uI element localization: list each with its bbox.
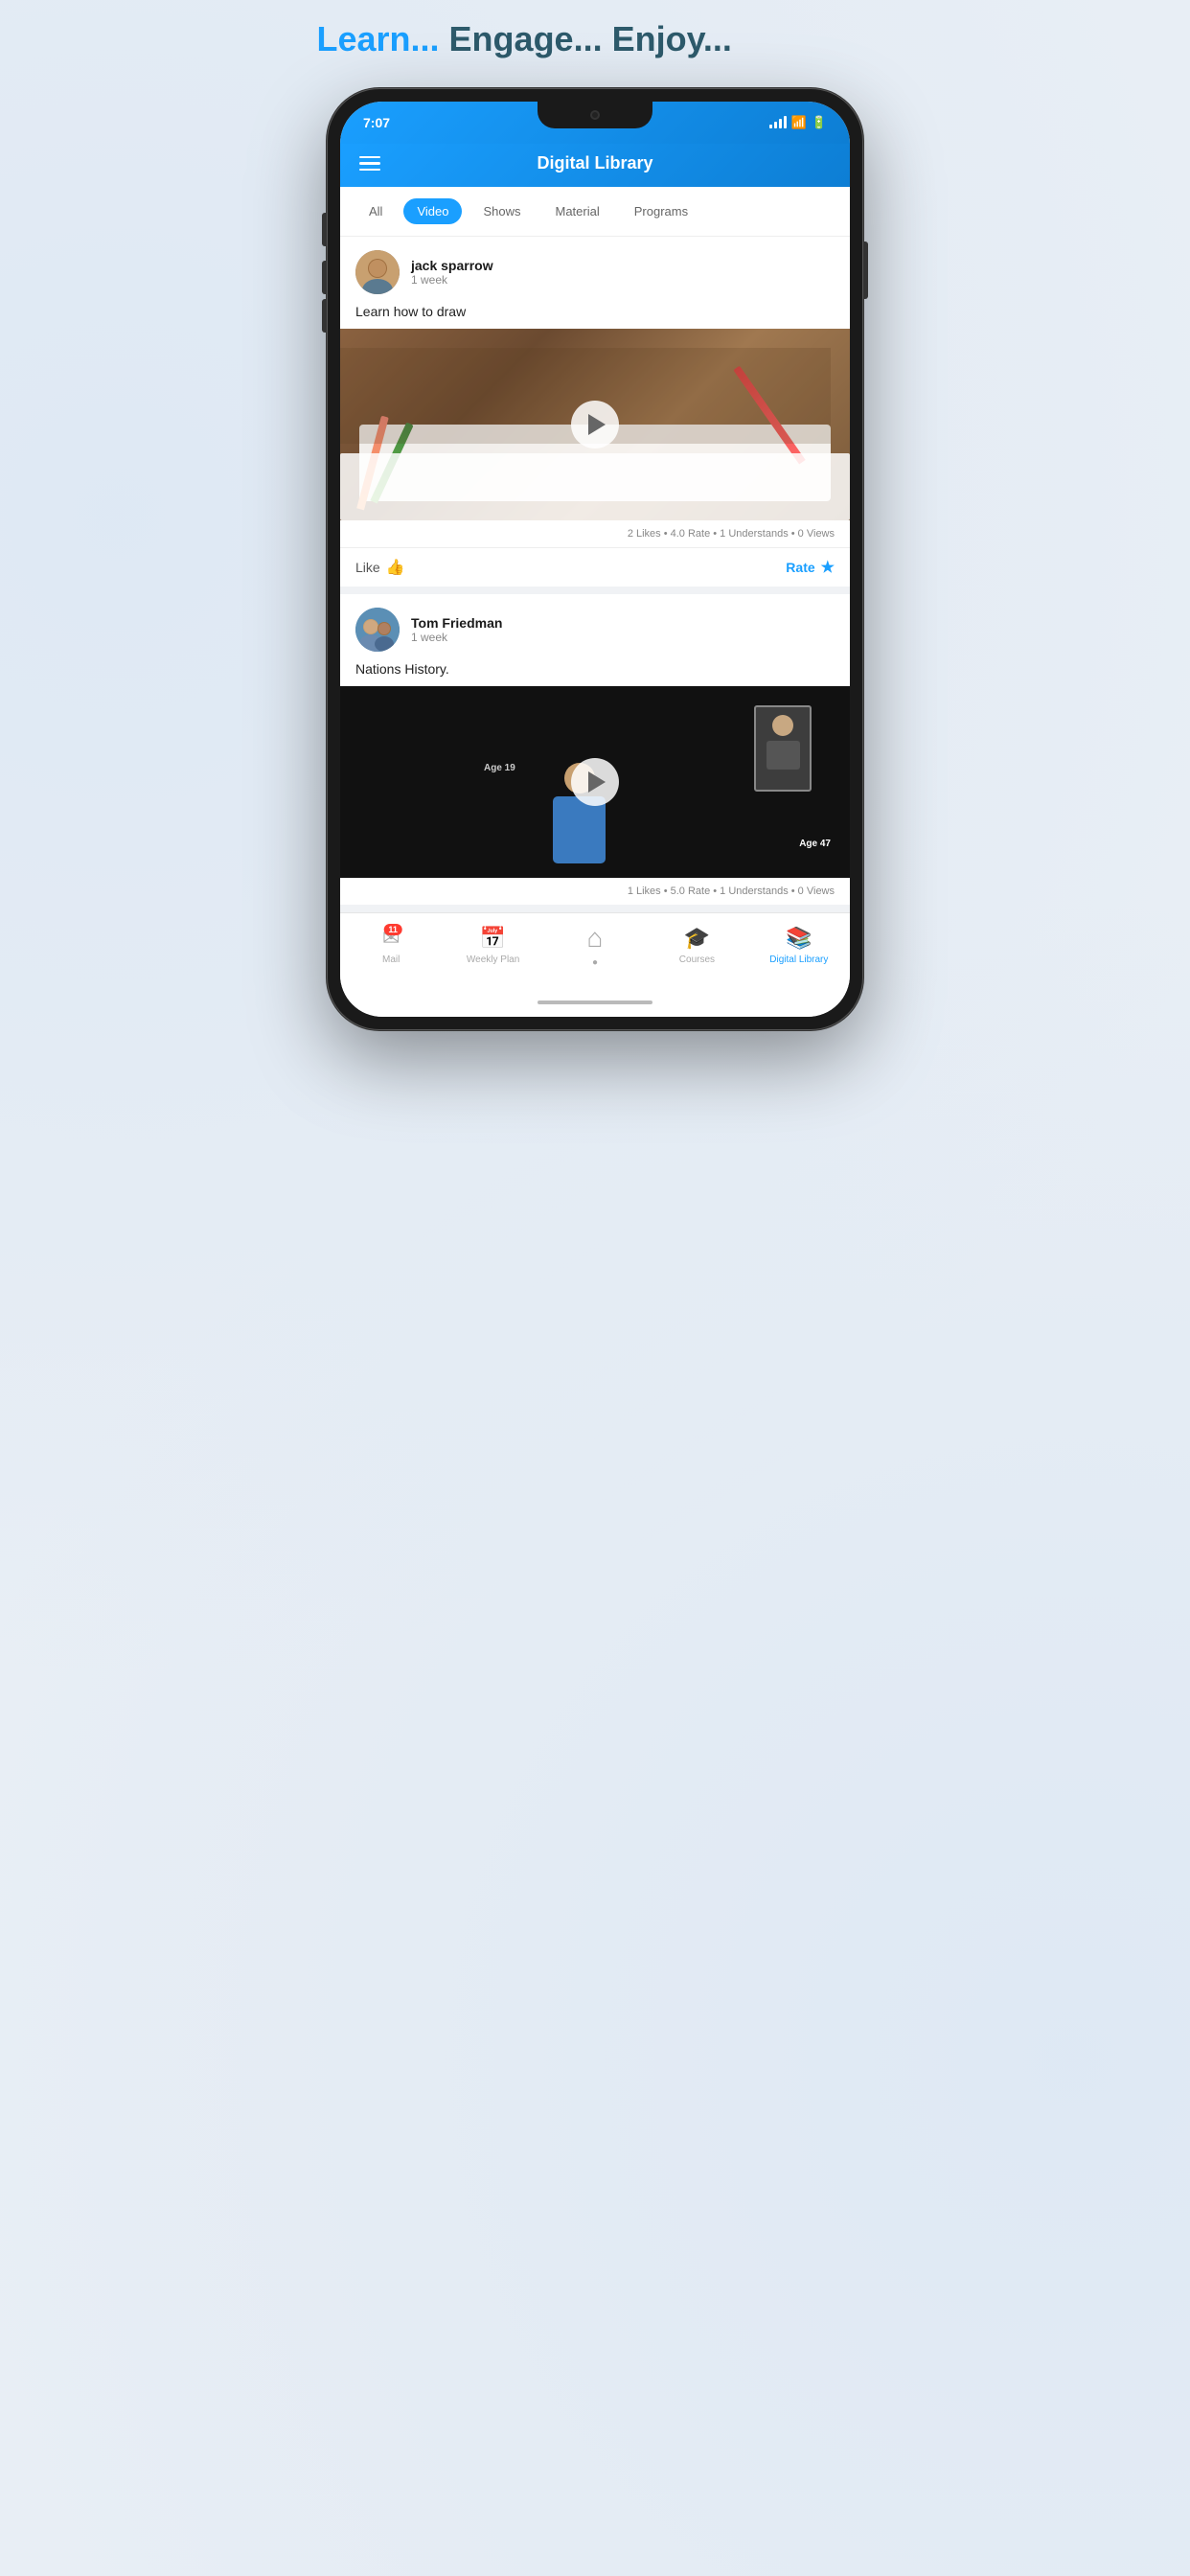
mail-badge: 11 xyxy=(383,924,402,935)
status-icons: 📶 🔋 xyxy=(769,115,827,130)
thumbs-up-icon-1: 👍 xyxy=(386,558,405,577)
nav-item-digital-library[interactable]: 📚 Digital Library xyxy=(748,926,850,965)
digital-library-icon: 📚 xyxy=(786,926,812,951)
notch xyxy=(538,102,652,128)
post-actions-1: Like 👍 Rate ★ xyxy=(340,547,850,586)
portrait-right xyxy=(754,705,812,792)
play-button-1[interactable] xyxy=(571,401,619,448)
tab-video[interactable]: Video xyxy=(403,198,462,224)
header-title: Digital Library xyxy=(537,153,652,173)
phone-inner: 7:07 📶 🔋 xyxy=(340,102,850,1017)
rate-button-1[interactable]: Rate ★ xyxy=(786,558,835,577)
post-card-1: jack sparrow 1 week Learn how to draw xyxy=(340,237,850,594)
status-bar: 7:07 📶 🔋 xyxy=(340,102,850,144)
nav-item-courses[interactable]: 🎓 Courses xyxy=(646,926,747,965)
app-header: Digital Library xyxy=(340,144,850,187)
age-19-label: Age 19 xyxy=(484,763,515,773)
content-area: jack sparrow 1 week Learn how to draw xyxy=(340,237,850,912)
nav-label-digital-library: Digital Library xyxy=(769,954,828,965)
page-wrapper: Learn... Engage... Enjoy... 7:07 xyxy=(298,19,893,1030)
avatar-jack-image xyxy=(355,250,400,294)
nav-label-home: ● xyxy=(592,957,598,968)
bottom-nav: ✉ 11 Mail 📅 Weekly Plan ⌂ ● 🎓 Courses xyxy=(340,912,850,987)
weekly-plan-icon: 📅 xyxy=(480,926,506,951)
home-indicator xyxy=(340,987,850,1017)
post-author-1: jack sparrow xyxy=(411,258,493,273)
star-icon-1: ★ xyxy=(821,558,835,577)
post-card-2: Tom Friedman 1 week Nations History. xyxy=(340,594,850,912)
hamburger-menu[interactable] xyxy=(359,156,380,172)
post-stats-2: 1 Likes • 5.0 Rate • 1 Understands • 0 V… xyxy=(340,878,850,905)
tab-material[interactable]: Material xyxy=(542,198,613,224)
avatar-jack xyxy=(355,250,400,294)
signal-icon xyxy=(769,117,787,128)
nav-item-mail[interactable]: ✉ 11 Mail xyxy=(340,926,442,965)
post-time-1: 1 week xyxy=(411,273,493,287)
age-47-label: Age 47 xyxy=(799,839,831,849)
nav-item-weekly-plan[interactable]: 📅 Weekly Plan xyxy=(442,926,543,965)
avatar-tom xyxy=(355,608,400,652)
nav-item-home[interactable]: ⌂ ● xyxy=(544,923,646,968)
post-meta-1: jack sparrow 1 week xyxy=(411,258,493,287)
post-title-1: Learn how to draw xyxy=(340,304,850,329)
filter-tabs: All Video Shows Material Programs xyxy=(340,187,850,237)
post-meta-2: Tom Friedman 1 week xyxy=(411,615,502,644)
tagline-learn: Learn... xyxy=(317,19,440,58)
tagline: Learn... Engage... Enjoy... xyxy=(298,19,893,59)
like-button-1[interactable]: Like 👍 xyxy=(355,558,405,577)
courses-icon: 🎓 xyxy=(684,926,710,951)
notch-camera xyxy=(590,110,600,120)
tab-all[interactable]: All xyxy=(355,198,396,224)
nav-label-weekly-plan: Weekly Plan xyxy=(467,954,519,965)
home-icon: ⌂ xyxy=(587,923,604,954)
status-time: 7:07 xyxy=(363,115,390,130)
avatar-tom-image xyxy=(355,608,400,652)
post-author-2: Tom Friedman xyxy=(411,615,502,631)
video-thumbnail-1[interactable] xyxy=(340,329,850,520)
phone-frame: 7:07 📶 🔋 xyxy=(327,88,863,1030)
nav-label-courses: Courses xyxy=(679,954,715,965)
post-header-2: Tom Friedman 1 week xyxy=(340,594,850,661)
tab-programs[interactable]: Programs xyxy=(621,198,701,224)
post-title-2: Nations History. xyxy=(340,661,850,686)
wifi-icon: 📶 xyxy=(791,115,807,130)
video-thumbnail-2[interactable]: Age 19 Age 47 xyxy=(340,686,850,878)
tagline-rest: Engage... Enjoy... xyxy=(440,19,732,58)
play-button-2[interactable] xyxy=(571,758,619,806)
battery-icon: 🔋 xyxy=(812,115,827,130)
post-stats-1: 2 Likes • 4.0 Rate • 1 Understands • 0 V… xyxy=(340,520,850,547)
post-time-2: 1 week xyxy=(411,631,502,644)
tab-shows[interactable]: Shows xyxy=(469,198,534,224)
post-header-1: jack sparrow 1 week xyxy=(340,237,850,304)
nav-label-mail: Mail xyxy=(382,954,400,965)
